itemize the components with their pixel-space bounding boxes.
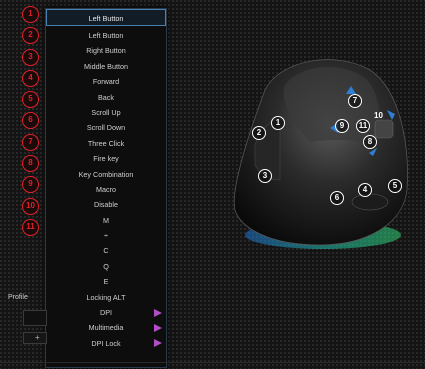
menu-item-dpi-lock[interactable]: DPI Lock (46, 336, 166, 351)
button-number-9[interactable]: 9 (22, 176, 39, 194)
mouse-callout-10[interactable]: 10 (374, 111, 383, 120)
menu-item-multimedia[interactable]: Multimedia (46, 320, 166, 335)
menu-item-locking-alt[interactable]: Locking ALT (46, 290, 166, 305)
menu-item-q[interactable]: Q (46, 259, 166, 274)
menu-item-dpi[interactable]: DPI (46, 305, 166, 320)
menu-item-scroll-up[interactable]: Scroll Up (46, 105, 166, 120)
menu-item-divide[interactable]: ÷ (46, 228, 166, 243)
mouse-callout-5[interactable]: 5 (388, 179, 402, 193)
submenu-arrow-icon (154, 308, 162, 317)
menu-item-forward[interactable]: Forward (46, 74, 166, 89)
button-number-3[interactable]: 3 (22, 48, 39, 66)
submenu-arrow-icon (154, 323, 162, 332)
profile-slot[interactable] (23, 310, 47, 326)
button-number-6[interactable]: 6 (22, 112, 39, 130)
mouse-callout-11[interactable]: 11 (356, 119, 370, 133)
direction-markers (330, 86, 395, 156)
mouse-callout-9[interactable]: 9 (335, 119, 349, 133)
button-number-11[interactable]: 11 (22, 218, 39, 236)
mouse-callout-7[interactable]: 7 (348, 94, 362, 108)
menu-item-e[interactable]: E (46, 274, 166, 289)
right-arrow-icon (387, 110, 395, 120)
mouse-callout-6[interactable]: 6 (330, 191, 344, 205)
menu-item-scroll-down[interactable]: Scroll Down (46, 120, 166, 135)
mouse-illustration: 1 2 3 4 5 6 7 8 9 10 11 (225, 50, 420, 260)
button-number-4[interactable]: 4 (22, 69, 39, 87)
down-arrow-icon (369, 148, 377, 156)
menu-item-c[interactable]: C (46, 243, 166, 258)
submenu-arrow-icon (154, 339, 162, 348)
button-number-5[interactable]: 5 (22, 91, 39, 109)
mouse-callout-8[interactable]: 8 (363, 135, 377, 149)
mouse-callout-4[interactable]: 4 (358, 183, 372, 197)
menu-item-three-click[interactable]: Three Click (46, 136, 166, 151)
bottom-divider (0, 362, 425, 363)
menu-item-m[interactable]: M (46, 213, 166, 228)
menu-item-middle-button[interactable]: Middle Button (46, 59, 166, 74)
button-function-dropdown[interactable]: Left Button Left Button Right Button Mid… (45, 8, 167, 368)
menu-item-disable[interactable]: Disable (46, 197, 166, 212)
button-number-10[interactable]: 10 (22, 197, 39, 215)
menu-item-right-button[interactable]: Right Button (46, 43, 166, 58)
button-number-list: 1 2 3 4 5 6 7 8 9 10 11 (22, 6, 42, 240)
menu-item-left-button[interactable]: Left Button (46, 28, 166, 43)
dropdown-selected-value[interactable]: Left Button (46, 9, 166, 26)
button-number-7[interactable]: 7 (22, 133, 39, 151)
menu-item-key-combination[interactable]: Key Combination (46, 167, 166, 182)
add-profile-button[interactable]: + (23, 332, 47, 344)
up-arrow-icon (346, 86, 356, 94)
profile-label: Profile (8, 294, 28, 301)
menu-item-back[interactable]: Back (46, 90, 166, 105)
menu-item-fire-key[interactable]: Fire key (46, 151, 166, 166)
button-number-8[interactable]: 8 (22, 155, 39, 173)
button-number-2[interactable]: 2 (22, 27, 39, 45)
mouse-callout-1[interactable]: 1 (271, 116, 285, 130)
menu-item-macro[interactable]: Macro (46, 182, 166, 197)
button-number-1[interactable]: 1 (22, 6, 39, 23)
mouse-callout-3[interactable]: 3 (258, 169, 272, 183)
mouse-callout-2[interactable]: 2 (252, 126, 266, 140)
